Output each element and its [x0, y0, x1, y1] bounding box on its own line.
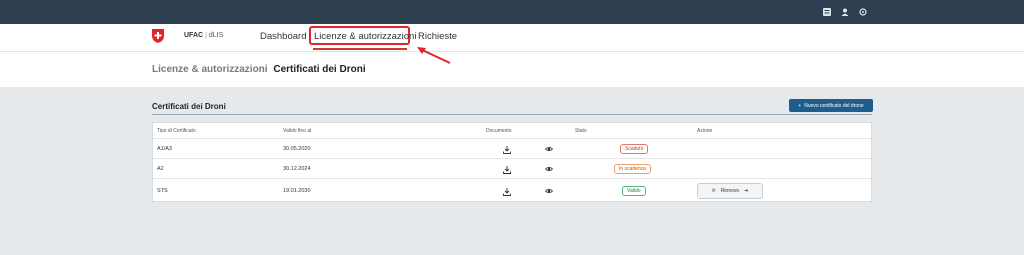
- table-row: STS 19.01.2030 Valido ⟳ Rinnovo ➔: [153, 178, 871, 203]
- brand-app: dLIS: [208, 32, 224, 39]
- header-tipo: Tipo di Certificato: [157, 128, 196, 134]
- status-badge: In scadenza: [614, 164, 651, 174]
- table-row: A2 30.12.2024 In scadenza: [153, 158, 871, 179]
- table-row: A1/A3 30.05.2020 Scaduto: [153, 138, 871, 159]
- status-badge: Valido: [622, 186, 646, 196]
- section-title: Certificati dei Droni: [152, 102, 226, 111]
- grid-icon[interactable]: [822, 7, 832, 17]
- download-icon[interactable]: [503, 146, 511, 154]
- annotation-arrow-icon: [417, 47, 451, 64]
- top-bar: [0, 0, 1024, 24]
- nav-licenze-autorizzazioni[interactable]: Licenze & autorizzazioni: [314, 31, 416, 42]
- header-documento: Documento: [486, 128, 512, 134]
- user-icon[interactable]: [840, 7, 850, 17]
- brand-separator: |: [205, 32, 207, 39]
- new-certificate-button[interactable]: + Nuovo certificato del drone: [789, 99, 873, 112]
- renew-label: Rinnovo: [720, 188, 740, 194]
- section-divider: [152, 114, 872, 115]
- view-icon[interactable]: [545, 145, 553, 153]
- swiss-shield-logo: [152, 29, 164, 43]
- cell-valid-until: 19.01.2030: [283, 188, 311, 194]
- refresh-icon: ⟳: [711, 188, 716, 194]
- renew-button[interactable]: ⟳ Rinnovo ➔: [697, 183, 763, 199]
- cell-type: A2: [157, 166, 164, 172]
- download-icon[interactable]: [503, 188, 511, 196]
- status-badge: Scaduto: [620, 144, 649, 154]
- cell-valid-until: 30.12.2024: [283, 166, 311, 172]
- breadcrumb: Licenze & autorizzazioni Certificati dei…: [152, 64, 366, 75]
- nav-richieste[interactable]: Richieste: [418, 31, 457, 42]
- plus-icon: +: [798, 102, 802, 109]
- settings-icon[interactable]: [858, 7, 868, 17]
- header-stato: Stato: [575, 128, 587, 134]
- arrow-right-icon: ➔: [744, 188, 749, 194]
- view-icon[interactable]: [545, 165, 553, 173]
- brand-name: UFAC | dLIS: [184, 32, 223, 39]
- header-azione: Azione: [697, 128, 713, 134]
- breadcrumb-parent[interactable]: Licenze & autorizzazioni: [152, 64, 268, 75]
- download-icon[interactable]: [503, 166, 511, 174]
- certificates-table: Tipo di Certificato Valido fino al Docum…: [152, 122, 872, 202]
- nav-dashboard[interactable]: Dashboard: [260, 31, 306, 42]
- nav-active-underline: [313, 48, 407, 50]
- brand-org: UFAC: [184, 32, 204, 39]
- view-icon[interactable]: [545, 187, 553, 195]
- cell-type: A1/A3: [157, 146, 172, 152]
- header-valido: Valido fino al: [283, 128, 312, 134]
- cell-type: STS: [157, 188, 168, 194]
- new-certificate-label: Nuovo certificato del drone: [804, 102, 864, 109]
- main-navbar: UFAC | dLIS Dashboard Licenze & autorizzaz…: [0, 24, 1024, 52]
- cell-valid-until: 30.05.2020: [283, 146, 311, 152]
- breadcrumb-current: Certificati dei Droni: [273, 64, 366, 75]
